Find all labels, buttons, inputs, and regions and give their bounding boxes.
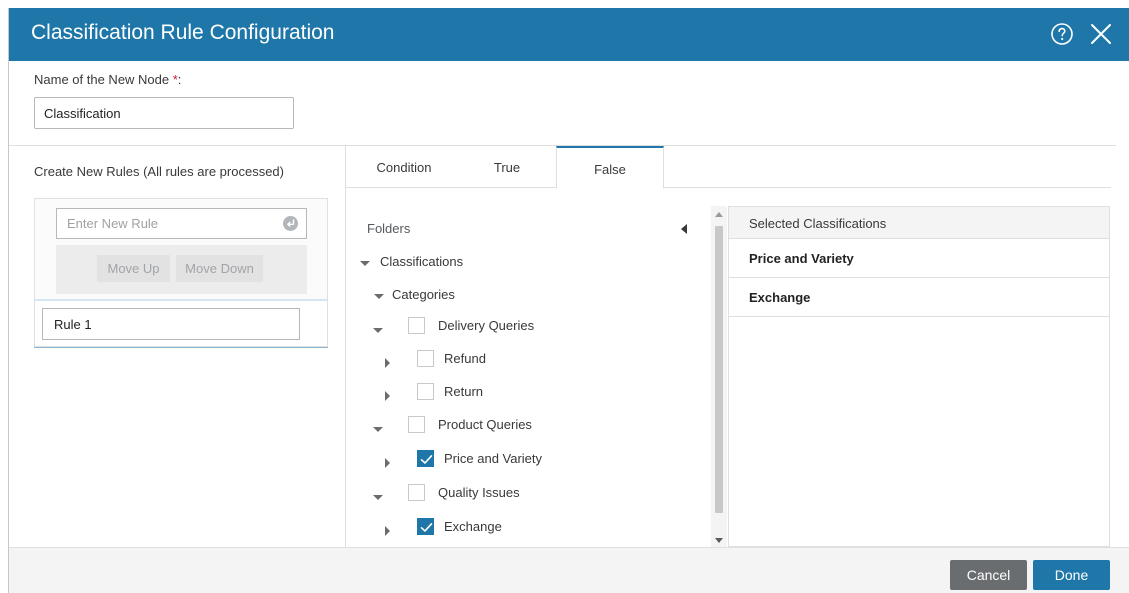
tree-node-exchange: Exchange	[385, 518, 685, 538]
tree-node-label: Refund	[444, 351, 486, 366]
move-down-button[interactable]: Move Down	[176, 255, 263, 282]
node-name-input[interactable]	[34, 97, 294, 129]
tree-node-label: Exchange	[444, 519, 502, 534]
tree-node-price-and-variety: Price and Variety	[385, 450, 685, 470]
tab-false[interactable]: False	[556, 146, 664, 189]
tree-node-label: Categories	[392, 287, 455, 302]
tree-node-label: Return	[444, 384, 484, 399]
expanded-caret-icon[interactable]	[373, 495, 383, 500]
done-button[interactable]: Done	[1033, 560, 1110, 590]
rules-panel: Move Up Move Down Rule 1	[34, 198, 328, 347]
enter-icon[interactable]	[283, 216, 298, 231]
folders-panel: Folders Classifications Categories Deliv…	[346, 206, 728, 547]
rules-section-title: Create New Rules (All rules are processe…	[34, 164, 284, 179]
checkbox-checked[interactable]	[417, 450, 434, 467]
checkmark-icon	[420, 523, 433, 532]
collapsed-caret-icon[interactable]	[385, 526, 390, 536]
checkbox[interactable]	[408, 484, 425, 501]
tree-node-label: Delivery Queries	[438, 318, 535, 333]
scroll-up-arrow-icon[interactable]	[715, 212, 723, 217]
checkbox[interactable]	[408, 317, 425, 334]
collapsed-caret-icon[interactable]	[385, 458, 390, 468]
collapsed-caret-icon[interactable]	[385, 391, 390, 401]
cancel-button[interactable]: Cancel	[950, 560, 1027, 590]
scroll-down-arrow-icon[interactable]	[715, 538, 723, 543]
dialog-title: Classification Rule Configuration	[31, 21, 335, 44]
tree-node-product-queries: Product Queries	[373, 416, 693, 436]
tree-node-classifications: Classifications	[360, 253, 660, 273]
expanded-caret-icon[interactable]	[374, 294, 384, 299]
divider	[34, 347, 328, 348]
selected-item[interactable]: Exchange	[729, 278, 1109, 317]
new-rule-field	[56, 208, 307, 239]
tree-node-quality-issues: Quality Issues	[373, 484, 693, 504]
collapsed-caret-icon[interactable]	[385, 358, 390, 368]
rules-list: Rule 1	[35, 299, 327, 346]
branch-tabs: Condition True False	[346, 146, 1111, 189]
expanded-caret-icon[interactable]	[360, 261, 370, 266]
tab-condition[interactable]: Condition	[360, 146, 448, 188]
node-name-label: Name of the New Node *:	[34, 72, 182, 87]
collapse-panel-icon[interactable]	[680, 224, 688, 234]
new-rule-input[interactable]	[57, 209, 277, 238]
checkmark-icon	[420, 455, 433, 464]
checkbox[interactable]	[408, 416, 425, 433]
tree-node-categories: Categories	[374, 286, 674, 306]
tree-node-label: Price and Variety	[444, 451, 543, 466]
dialog-titlebar: Classification Rule Configuration	[9, 8, 1129, 61]
rule-item[interactable]: Rule 1	[42, 308, 300, 340]
close-icon[interactable]	[1089, 22, 1113, 46]
tree-node-return: Return	[385, 383, 685, 403]
folders-scrollbar[interactable]	[711, 206, 727, 547]
expanded-caret-icon[interactable]	[373, 427, 383, 432]
tree-node-label: Quality Issues	[438, 485, 520, 500]
selected-item[interactable]: Price and Variety	[729, 239, 1109, 278]
tree-node-label: Classifications	[380, 254, 464, 269]
selected-classifications-header: Selected Classifications	[729, 207, 1109, 239]
expanded-caret-icon[interactable]	[373, 328, 383, 333]
selected-classifications-panel: Selected Classifications Price and Varie…	[728, 206, 1110, 547]
scroll-thumb[interactable]	[715, 226, 723, 513]
checkbox[interactable]	[417, 350, 434, 367]
move-up-button[interactable]: Move Up	[97, 255, 170, 282]
tree-node-delivery-queries: Delivery Queries	[373, 317, 693, 337]
tree-node-label: Product Queries	[438, 417, 532, 432]
dialog-footer: Cancel Done	[9, 547, 1129, 593]
folders-header: Folders	[367, 221, 411, 236]
divider	[9, 145, 345, 146]
tab-true[interactable]: True	[474, 146, 540, 188]
classification-rule-dialog: Classification Rule Configuration Name o…	[8, 8, 1129, 593]
help-icon[interactable]	[1050, 22, 1074, 46]
rules-editor: Move Up Move Down	[35, 199, 327, 299]
checkbox[interactable]	[417, 383, 434, 400]
tree-node-refund: Refund	[385, 350, 685, 370]
checkbox-checked[interactable]	[417, 518, 434, 535]
rule-order-toolbar: Move Up Move Down	[56, 245, 307, 294]
